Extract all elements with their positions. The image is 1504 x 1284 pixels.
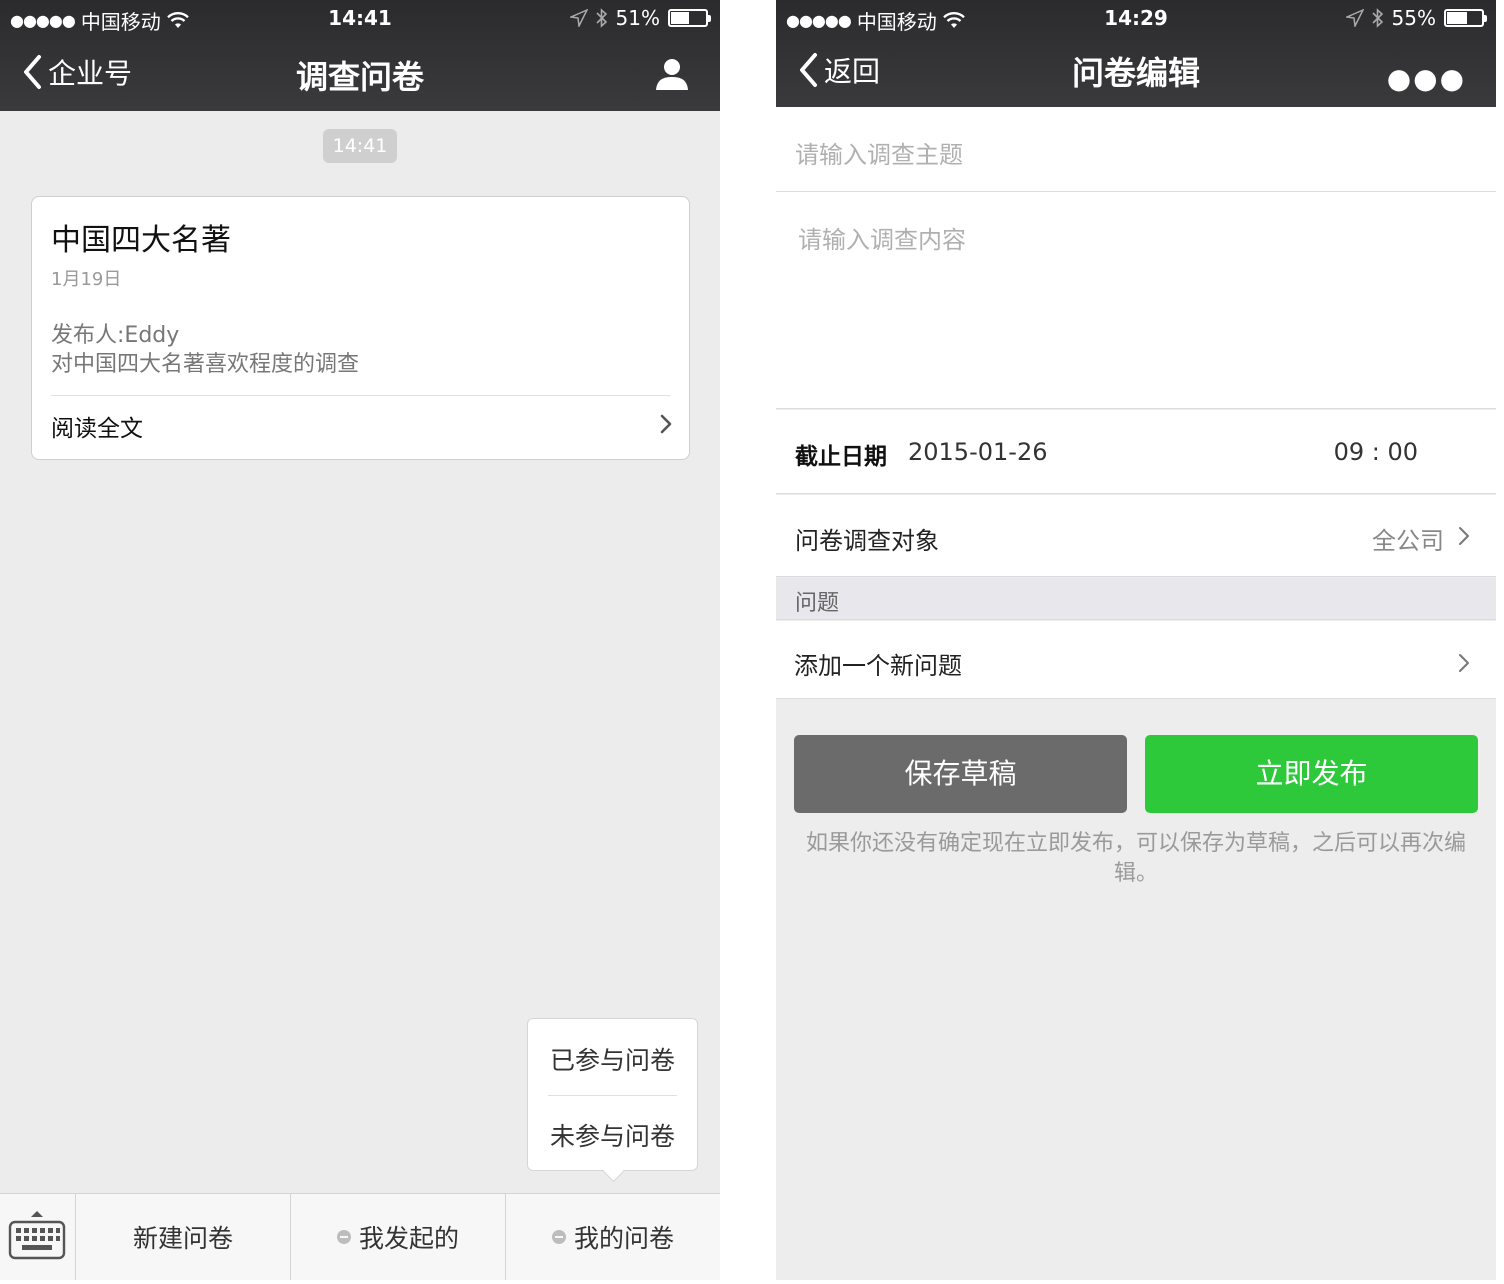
status-bar: ●●●●● 中国移动 14:29 55% <box>776 0 1496 38</box>
location-icon <box>569 9 588 27</box>
add-question-row[interactable]: 添加一个新问题 <box>776 621 1496 699</box>
tab-label: 我发起的 <box>358 1224 459 1253</box>
tab-label: 我的问卷 <box>573 1224 674 1253</box>
survey-chat-screen: ●●●●● 中国移动 14:41 51% 企业号 调查问卷 14:41 中国四大… <box>0 0 720 1280</box>
keyboard-icon <box>8 1211 66 1260</box>
tab-my-surveys[interactable]: 我的问卷 <box>506 1194 720 1280</box>
menu-divider <box>548 1095 677 1096</box>
more-icon[interactable]: ●●● <box>1387 62 1466 95</box>
menu-item-participated[interactable]: 已参与问卷 <box>528 1041 697 1077</box>
deadline-date-picker[interactable]: 2015-01-26 <box>908 438 1047 466</box>
survey-publisher: 发布人:Eddy <box>51 323 180 348</box>
my-survey-submenu: 已参与问卷 未参与问卷 <box>527 1018 698 1171</box>
tab-label: 新建问卷 <box>132 1224 233 1253</box>
content-placeholder: 请输入调查内容 <box>798 226 966 254</box>
draft-hint-text: 如果你还没有确定现在立即发布，可以保存为草稿，之后可以再次编辑。 <box>805 831 1466 886</box>
chevron-right-icon <box>660 414 672 434</box>
location-icon <box>1345 9 1364 27</box>
bluetooth-icon <box>1371 8 1383 28</box>
survey-target-row[interactable]: 问卷调查对象 全公司 <box>776 495 1496 577</box>
submenu-icon <box>336 1230 351 1244</box>
survey-date: 1月19日 <box>51 269 122 290</box>
deadline-time-picker[interactable]: 09 : 00 <box>1334 438 1418 466</box>
survey-editor-screen: ●●●●● 中国移动 14:29 55% 返回 问卷编辑 ●●● 请输入调查主题… <box>776 0 1496 1280</box>
battery-icon <box>668 9 711 27</box>
user-icon[interactable] <box>654 56 690 92</box>
keyboard-toggle[interactable] <box>0 1194 76 1280</box>
survey-description: 对中国四大名著喜欢程度的调查 <box>51 352 360 377</box>
publish-button[interactable]: 立即发布 <box>1145 735 1478 813</box>
submenu-icon <box>551 1230 566 1244</box>
chevron-right-icon <box>1459 527 1469 545</box>
survey-content-input[interactable]: 请输入调查内容 <box>776 192 1496 409</box>
questions-section-header: 问题 <box>776 578 1496 620</box>
tab-initiated[interactable]: 我发起的 <box>291 1194 506 1280</box>
chevron-right-icon <box>1459 654 1469 672</box>
message-timestamp: 14:41 <box>323 129 397 163</box>
status-bar: ●●●●● 中国移动 14:41 51% <box>0 0 720 38</box>
add-question-label: 添加一个新问题 <box>794 652 962 680</box>
battery-percent: 55% <box>1391 6 1436 30</box>
section-label: 问题 <box>795 591 840 616</box>
deadline-row: 截止日期 2015-01-26 09 : 00 <box>776 410 1496 494</box>
bottom-menu-bar: 新建问卷 我发起的 我的问卷 <box>0 1193 720 1280</box>
title-placeholder: 请输入调查主题 <box>795 141 963 169</box>
save-draft-button[interactable]: 保存草稿 <box>794 735 1127 813</box>
target-label: 问卷调查对象 <box>795 527 939 555</box>
battery-icon <box>1444 9 1487 27</box>
bluetooth-icon <box>595 8 607 28</box>
page-title: 调查问卷 <box>295 58 424 96</box>
deadline-label: 截止日期 <box>795 444 887 470</box>
survey-title-input[interactable]: 请输入调查主题 <box>776 107 1496 192</box>
target-value: 全公司 <box>1372 527 1444 555</box>
card-divider <box>51 395 670 396</box>
menu-item-not-participated[interactable]: 未参与问卷 <box>528 1117 697 1153</box>
tab-new-survey[interactable]: 新建问卷 <box>76 1194 291 1280</box>
survey-title: 中国四大名著 <box>51 223 231 258</box>
survey-card[interactable]: 中国四大名著 1月19日 发布人:Eddy 对中国四大名著喜欢程度的调查 阅读全… <box>31 196 690 460</box>
battery-percent: 51% <box>615 6 660 30</box>
read-full-link[interactable]: 阅读全文 <box>51 409 143 443</box>
